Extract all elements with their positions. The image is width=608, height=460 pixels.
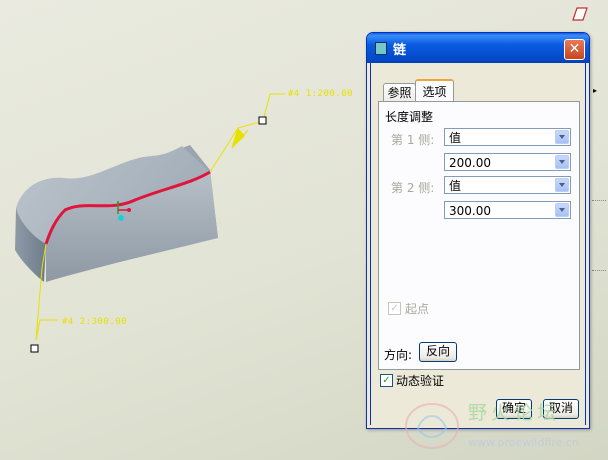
side-2-label: 第 2 侧:: [391, 181, 435, 195]
side-menu-arrow[interactable]: ▸: [593, 86, 597, 95]
dimension-1-leader: [209, 93, 285, 173]
side-2-value-select[interactable]: 300.00: [444, 201, 571, 219]
chevron-down-icon[interactable]: [555, 130, 569, 144]
side-divider: [592, 270, 606, 271]
ok-button[interactable]: 确定: [496, 399, 532, 419]
coordinate-origin-marker: [118, 215, 124, 221]
dimension-2-drag-handle[interactable]: [30, 344, 39, 353]
tab-options[interactable]: 选项: [415, 79, 454, 103]
dynamic-verify-label: 动态验证: [396, 374, 445, 388]
dimension-1-label[interactable]: #4 1:200.00: [288, 89, 353, 99]
side-1-value: 200.00: [449, 156, 491, 170]
direction-label: 方向:: [384, 348, 413, 362]
dialog-title-bar[interactable]: 链 ✕: [367, 33, 589, 63]
side-divider: [592, 200, 606, 201]
datum-plane-icon[interactable]: [568, 6, 588, 22]
side-1-value-select[interactable]: 200.00: [444, 153, 571, 171]
tab-references[interactable]: 参照: [383, 83, 416, 103]
options-panel: 长度调整 第 1 侧: 值 200.00 第 2 侧: 值 300.00 ✓ 起…: [378, 101, 580, 370]
chevron-down-icon[interactable]: [555, 178, 569, 192]
start-point-label: 起点: [405, 302, 430, 316]
dimension-2-label[interactable]: #4 2:300.00: [62, 317, 127, 327]
chevron-down-icon[interactable]: [555, 155, 569, 169]
side-1-label: 第 1 侧:: [391, 133, 435, 147]
chain-dialog: 链 ✕ 参照 选项 长度调整 第 1 侧: 值 200.00 第 2 侧: 值 …: [366, 32, 590, 429]
side-2-type-select[interactable]: 值: [444, 176, 571, 194]
close-button[interactable]: ✕: [564, 39, 585, 60]
dimension-1-drag-handle[interactable]: [258, 116, 267, 125]
dialog-title: 链: [393, 43, 407, 58]
cancel-button[interactable]: 取消: [543, 399, 579, 419]
side-1-type-select[interactable]: 值: [444, 128, 571, 146]
dynamic-verify-checkbox[interactable]: ✓: [380, 374, 393, 387]
flip-direction-button[interactable]: 反向: [419, 342, 457, 362]
start-point-checkbox[interactable]: ✓: [388, 302, 401, 315]
length-adjust-heading: 长度调整: [385, 110, 434, 124]
side-1-type-value: 值: [449, 131, 462, 145]
chevron-down-icon[interactable]: [555, 203, 569, 217]
side-2-type-value: 值: [449, 179, 462, 193]
dialog-app-icon: [375, 42, 387, 55]
side-2-value: 300.00: [449, 204, 491, 218]
